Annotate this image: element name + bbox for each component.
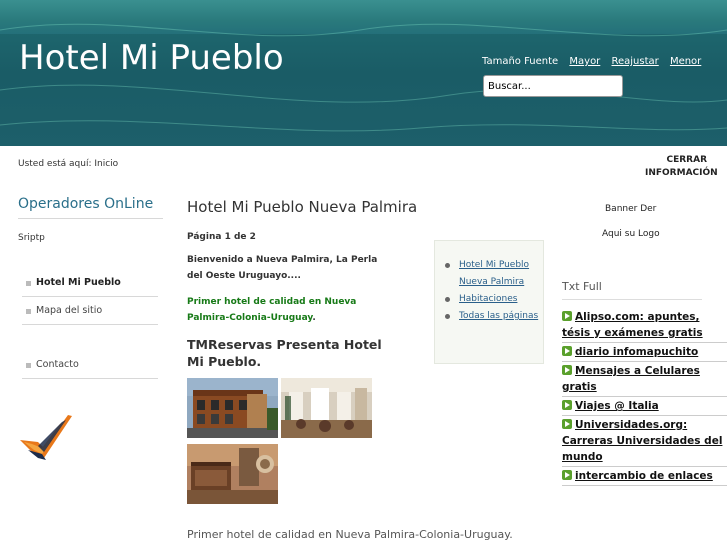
play-arrow-icon [562, 470, 572, 480]
breadcrumb: Usted está aquí: Inicio [18, 159, 119, 169]
menu-item-mapa-del-sitio[interactable]: Mapa del sitio [22, 297, 158, 325]
logo-placeholder: Aqui su Logo [602, 229, 660, 239]
toc-item[interactable]: Hotel Mi Pueblo Nueva Palmira [443, 257, 543, 291]
highlight-period: . [312, 313, 316, 323]
toc-link-todas[interactable]: Todas las páginas [459, 311, 538, 321]
intro-text: Bienvenido a Nueva Palmira, La Perla del… [187, 255, 378, 281]
toc-item[interactable]: Todas las páginas [443, 308, 543, 325]
font-size-label: Tamaño Fuente [482, 56, 559, 67]
sponsored-link[interactable]: Viajes @ Italia [562, 397, 727, 416]
secondary-menu: Contacto [22, 351, 158, 379]
site-header: Hotel Mi Pueblo Tamaño Fuente Mayor Reaj… [0, 0, 727, 146]
main-content: Hotel Mi Pueblo Nueva Palmira Página 1 d… [187, 198, 427, 370]
link-text[interactable]: Alipso.com: apuntes, tésis y exámenes gr… [562, 311, 703, 339]
sponsored-link[interactable]: diario infomapuchito [562, 343, 727, 362]
highlight-label: Primer hotel de calidad en Nueva Palmira… [187, 297, 357, 323]
link-text[interactable]: Viajes @ Italia [575, 400, 659, 412]
page-counter: Página 1 de 2 [187, 232, 256, 242]
link-text[interactable]: Universidades.org: Carreras Universidade… [562, 419, 722, 463]
toc-link-habitaciones[interactable]: Habitaciones [459, 294, 517, 304]
font-size-controls: Tamaño Fuente Mayor Reajustar Menor [482, 56, 701, 67]
sponsored-link[interactable]: Mensajes a Celulares gratis [562, 362, 727, 397]
toc-link-hotel[interactable]: Hotel Mi Pueblo Nueva Palmira [459, 260, 529, 287]
hotel-room-photo[interactable] [187, 444, 278, 504]
highlight-text: Primer hotel de calidad en Nueva Palmira… [187, 294, 397, 326]
sponsored-links-list: Alipso.com: apuntes, tésis y exámenes gr… [562, 308, 727, 486]
play-arrow-icon [562, 400, 572, 410]
menu-item-contacto[interactable]: Contacto [22, 351, 158, 379]
toc-item[interactable]: Habitaciones [443, 291, 543, 308]
close-info-button[interactable]: CERRAR INFORMACIÓN [645, 154, 718, 180]
sponsored-link[interactable]: Universidades.org: Carreras Universidade… [562, 416, 727, 467]
font-reset-link[interactable]: Reajustar [611, 56, 658, 67]
left-sidebar: Operadores OnLine Sriptp Hotel Mi Pueblo… [18, 196, 163, 379]
site-title[interactable]: Hotel Mi Pueblo [19, 38, 284, 78]
operadores-heading: Operadores OnLine [18, 196, 163, 219]
search-input[interactable] [483, 75, 623, 97]
sub-heading: TMReservas Presenta Hotel Mi Pueblo. [187, 337, 382, 369]
play-arrow-icon [562, 365, 572, 375]
link-text[interactable]: Mensajes a Celulares gratis [562, 365, 700, 393]
photo-caption: Primer hotel de calidad en Nueva Palmira… [187, 528, 513, 541]
link-text[interactable]: intercambio de enlaces [575, 470, 713, 482]
play-arrow-icon [562, 346, 572, 356]
article-index-list: Hotel Mi Pueblo Nueva Palmira Habitacion… [443, 257, 543, 325]
hotel-facade-photo[interactable] [187, 378, 278, 438]
link-text[interactable]: diario infomapuchito [575, 346, 698, 358]
font-smaller-link[interactable]: Menor [670, 56, 701, 67]
sponsored-link[interactable]: intercambio de enlaces [562, 467, 727, 486]
play-arrow-icon [562, 419, 572, 429]
play-arrow-icon [562, 311, 572, 321]
banner-placeholder: Banner Der [605, 204, 657, 214]
main-menu: Hotel Mi Pueblo Mapa del sitio [22, 269, 158, 325]
sponsored-link[interactable]: Alipso.com: apuntes, tésis y exámenes gr… [562, 308, 727, 343]
menu-item-hotel-mi-pueblo[interactable]: Hotel Mi Pueblo [22, 269, 158, 297]
txt-full-heading: Txt Full [562, 280, 702, 300]
font-bigger-link[interactable]: Mayor [569, 56, 600, 67]
script-text: Sriptp [18, 233, 45, 243]
article-title: Hotel Mi Pueblo Nueva Palmira [187, 198, 418, 216]
hotel-lobby-photo[interactable] [281, 378, 372, 438]
checkmark-logo-icon [20, 415, 72, 460]
article-index-box: Hotel Mi Pueblo Nueva Palmira Habitacion… [434, 240, 544, 364]
